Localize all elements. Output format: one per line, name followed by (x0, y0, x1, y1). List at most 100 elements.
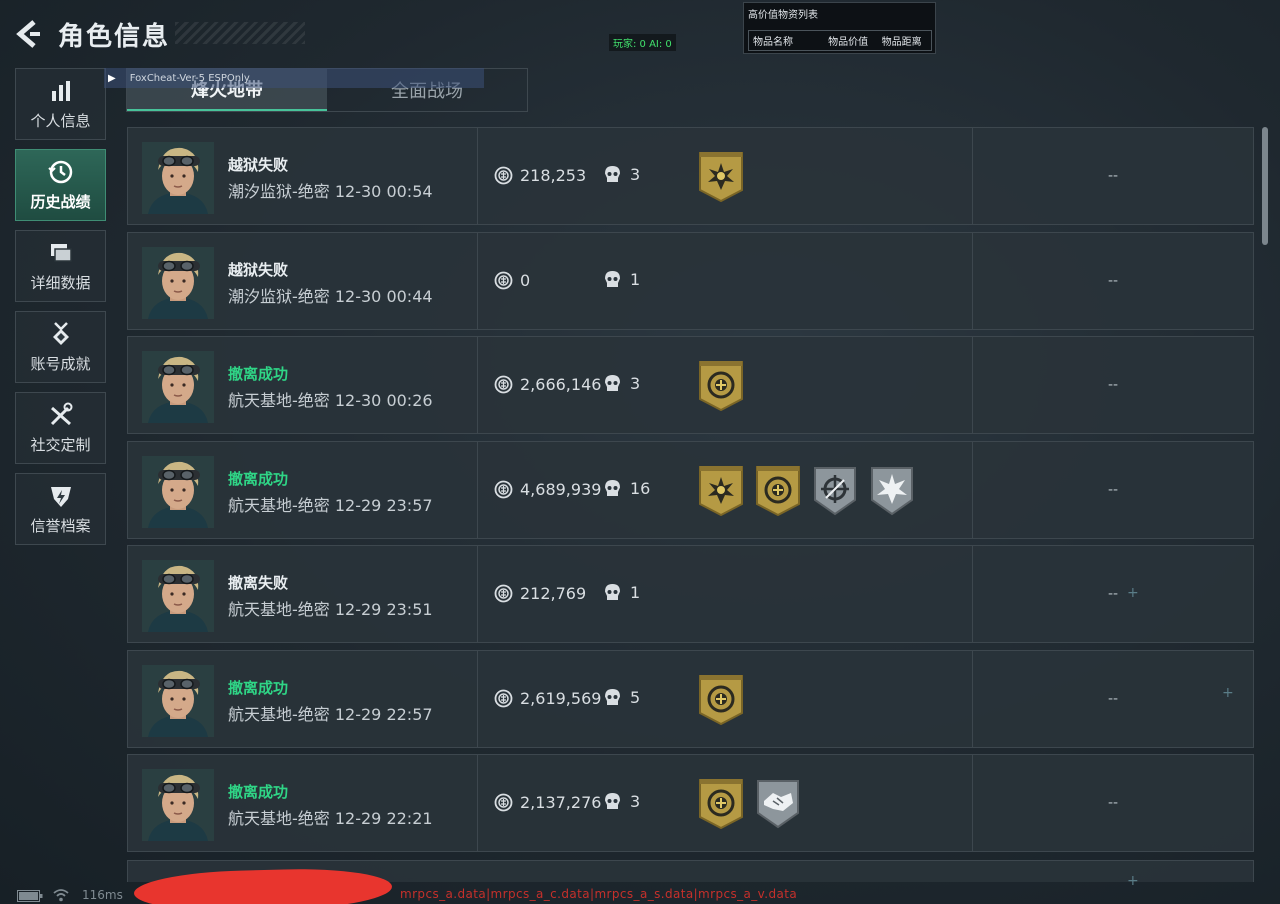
coin-icon (494, 480, 513, 499)
play-arrow-icon: ▶ (108, 72, 116, 84)
player-counter: 玩家: 0 AI: 0 (609, 34, 676, 51)
gray-handshake-badge-icon[interactable] (755, 779, 801, 829)
operator-avatar (142, 142, 214, 214)
map-and-time: 潮汐监狱-绝密 12-30 00:54 (228, 182, 433, 201)
sidebar-item-social-custom[interactable]: 社交定制 (15, 392, 106, 464)
operator-avatar (142, 351, 214, 423)
cheat-overlay-text: FoxCheat-Ver-5 ESPOnly (129, 72, 250, 84)
sidebar-item-reputation[interactable]: 信誉档案 (15, 473, 106, 545)
match-record-row[interactable]: 撤离失败 航天基地-绝密 12-29 23:51 212,769 1 -- (127, 545, 1254, 643)
skull-icon (604, 688, 621, 707)
map-and-time: 航天基地-绝密 12-29 23:51 (228, 600, 433, 619)
match-stats-cell: 218,253 3 (478, 128, 973, 224)
sidebar-item-label: 个人信息 (30, 111, 91, 130)
match-info-cell: 撤离成功 航天基地-绝密 12-29 22:57 (128, 650, 478, 747)
kill-count: 3 (630, 165, 641, 184)
scroll-thumb[interactable] (1262, 127, 1268, 245)
column-item-value: 物品价值 (828, 37, 869, 48)
match-result: 撤离成功 (228, 783, 289, 801)
match-stats-cell: 0 1 (478, 232, 973, 329)
debug-file-list: mrpcs_a.data|mrpcs_a_c.data|mrpcs_a_s.da… (400, 887, 798, 901)
operator-avatar (142, 665, 214, 737)
header: 角色信息 (14, 14, 170, 54)
extra-info: -- (1107, 690, 1119, 707)
sidebar-item-label: 详细数据 (30, 273, 91, 292)
back-arrow-icon[interactable] (14, 19, 44, 49)
match-record-row[interactable]: 越狱失败 潮汐监狱-绝密 12-30 00:44 0 1 -- (127, 231, 1254, 330)
operator-avatar (142, 769, 214, 841)
gold-wreath-badge-icon[interactable] (698, 675, 744, 725)
sidebar-item-match-history[interactable]: 历史战绩 (15, 149, 106, 221)
sidebar-item-label: 社交定制 (30, 435, 91, 454)
loot-value: 2,619,569 (520, 688, 602, 708)
high-value-panel-title: 高价值物资列表 (748, 10, 818, 21)
match-record-row[interactable]: 撤离成功 航天基地-绝密 12-29 22:21 2,137,276 3 -- (127, 754, 1254, 852)
match-record-row[interactable]: 撤离成功 航天基地-绝密 12-30 00:26 2,666,146 3 -- (127, 336, 1254, 434)
gold-wreath-badge-icon[interactable] (755, 466, 801, 516)
coin-icon (494, 166, 513, 185)
map-and-time: 航天基地-绝密 12-29 22:57 (228, 704, 433, 724)
match-info-cell: 撤离成功 航天基地-绝密 12-30 00:26 (128, 337, 478, 433)
operator-avatar (142, 456, 214, 528)
extra-info: -- (1107, 272, 1119, 289)
sidebar-item-detailed-data[interactable]: 详细数据 (15, 230, 106, 302)
match-info-cell: 撤离失败 航天基地-绝密 12-29 23:51 (128, 546, 478, 642)
match-result: 越狱失败 (228, 156, 289, 174)
gold-wreath-badge-icon[interactable] (698, 361, 744, 411)
match-stats-cell: 2,666,146 3 (478, 337, 973, 433)
coin-icon (494, 375, 513, 394)
skull-icon (604, 792, 621, 811)
loot-value: 218,253 (520, 166, 587, 185)
title-decoration (175, 22, 305, 44)
shield-lightning-icon (50, 486, 71, 507)
loot-value: 0 (520, 270, 531, 290)
skull-icon (604, 270, 621, 289)
hud-crosshair-mark: + (1222, 685, 1234, 701)
cheat-overlay-label: ▶ FoxCheat-Ver-5 ESPOnly (104, 68, 484, 88)
battery-icon (17, 890, 43, 902)
extra-info: -- (1107, 586, 1119, 602)
map-and-time: 潮汐监狱-绝密 12-30 00:44 (228, 286, 433, 306)
extra-info: -- (1107, 481, 1119, 498)
extra-info: -- (1107, 377, 1119, 393)
match-stats-cell: 4,689,939 16 (478, 441, 973, 538)
network-latency: 116ms (82, 888, 123, 902)
kill-count: 3 (630, 792, 641, 811)
operator-avatar (142, 247, 214, 319)
coin-icon (494, 793, 513, 812)
sidebar-item-personal-info[interactable]: 个人信息 (15, 68, 106, 140)
skull-icon (604, 165, 621, 184)
coin-icon (494, 271, 513, 290)
scrollbar[interactable] (1262, 127, 1268, 867)
map-and-time: 航天基地-绝密 12-29 22:21 (228, 809, 433, 828)
high-value-columns: 物品名称 物品价值 物品距离 (748, 30, 932, 51)
gold-wreath-badge-icon[interactable] (698, 779, 744, 829)
gold-star-badge-icon[interactable] (698, 152, 744, 202)
gray-crosshair-badge-icon[interactable] (812, 466, 858, 516)
kill-count: 3 (630, 374, 641, 393)
wifi-icon (53, 889, 69, 902)
coin-icon (494, 689, 513, 708)
sidebar-item-label: 账号成就 (30, 354, 91, 373)
sidebar: 个人信息 历史战绩 详细数据 账号成就 社交定制 信誉档案 (15, 68, 106, 554)
map-and-time: 航天基地-绝密 12-29 23:57 (228, 495, 433, 515)
match-info-cell: 越狱失败 潮汐监狱-绝密 12-30 00:44 (128, 232, 478, 329)
clock-history-icon (47, 160, 72, 183)
match-record-row[interactable]: 撤离成功 航天基地-绝密 12-29 22:57 2,619,569 5 -- (127, 649, 1254, 748)
match-result: 撤离失败 (228, 574, 289, 592)
operator-avatar (142, 560, 214, 632)
match-record-row[interactable]: 撤离成功 航天基地-绝密 12-29 23:57 4,689,939 16 -- (127, 440, 1254, 539)
kill-count: 5 (630, 687, 641, 707)
skull-icon (604, 479, 621, 498)
column-item-distance: 物品距离 (881, 37, 922, 48)
gold-star-badge-icon[interactable] (698, 466, 744, 516)
sidebar-item-achievements[interactable]: 账号成就 (15, 311, 106, 383)
coin-icon (494, 584, 513, 603)
cards-icon (50, 243, 72, 262)
loot-value: 2,666,146 (520, 375, 602, 394)
kill-count: 1 (630, 583, 641, 602)
gray-burst-badge-icon[interactable] (869, 466, 915, 516)
match-record-row[interactable]: 越狱失败 潮汐监狱-绝密 12-30 00:54 218,253 3 -- (127, 127, 1254, 225)
extra-info: -- (1107, 168, 1119, 184)
bar-chart-icon (51, 80, 70, 101)
